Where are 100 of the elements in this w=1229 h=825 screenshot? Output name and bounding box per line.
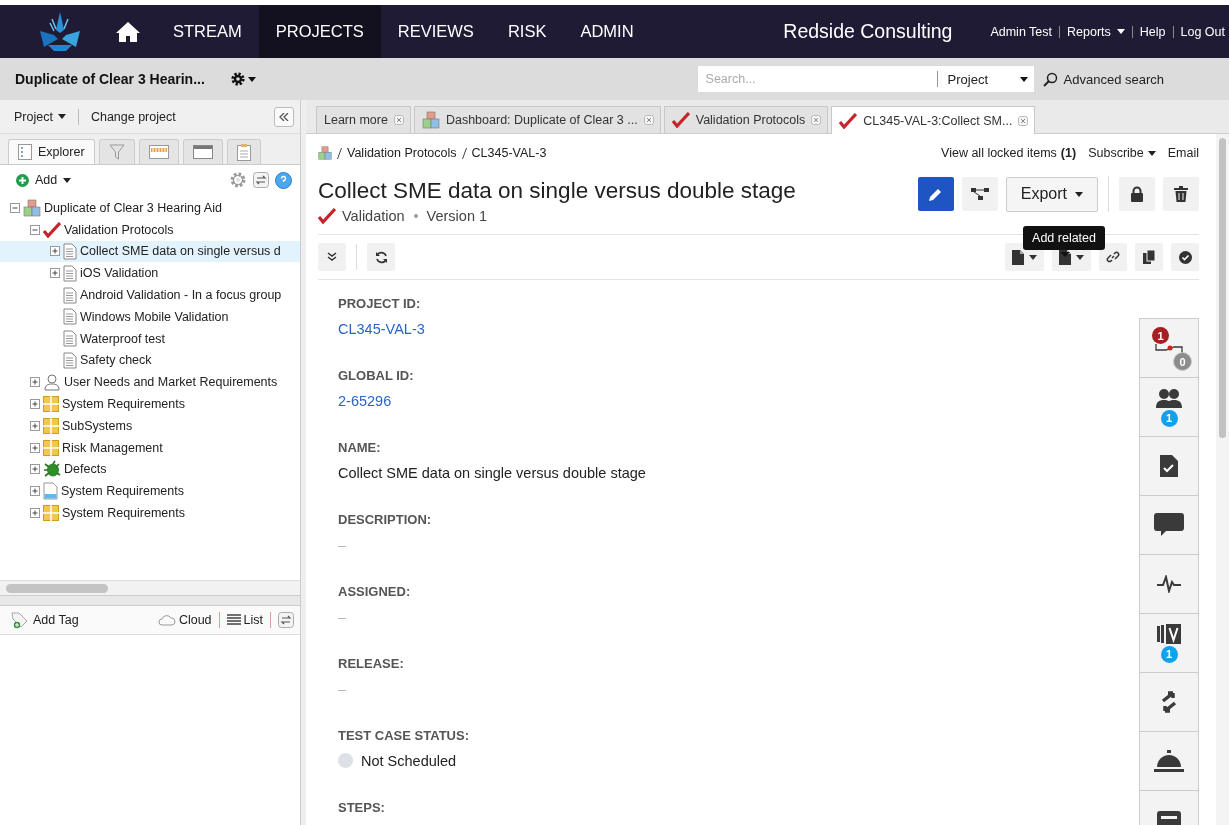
refresh-icon[interactable] — [278, 612, 294, 628]
field-link[interactable]: 2-65296 — [338, 392, 392, 409]
document-tab[interactable]: Validation Protocols — [663, 106, 829, 133]
nav-tab[interactable]: REVIEWS — [380, 5, 491, 58]
export-button[interactable]: Export — [1005, 176, 1098, 212]
list-view-button[interactable]: List — [226, 613, 263, 627]
count-badge: 0 — [1173, 352, 1192, 371]
panel-tab[interactable] — [182, 139, 223, 164]
tree-item[interactable]: Safety check — [0, 349, 300, 372]
panel-tab[interactable] — [226, 139, 261, 164]
grid-icon — [43, 417, 59, 434]
settings-menu-button[interactable] — [229, 71, 256, 87]
tree-item[interactable]: Duplicate of Clear 3 Hearing Aid — [0, 197, 300, 219]
side-panel-button[interactable] — [1140, 437, 1198, 496]
tree-item[interactable]: System Requirements — [0, 393, 300, 415]
expand-toggle[interactable] — [10, 202, 20, 213]
scope-dropdown[interactable]: Project — [936, 71, 1028, 87]
vertical-scrollbar[interactable] — [1216, 134, 1229, 825]
tree-item[interactable]: Risk Management — [0, 436, 300, 459]
tree-item[interactable]: Defects — [0, 458, 300, 481]
expand-toggle[interactable] — [30, 442, 40, 453]
tooltip: Add related — [1023, 226, 1105, 250]
tree-item[interactable]: System Requirements — [0, 480, 300, 503]
cloud-icon — [157, 614, 176, 626]
field-link[interactable]: CL345-VAL-3 — [338, 320, 425, 337]
collapse-panel-button[interactable] — [274, 106, 294, 127]
copy-button[interactable] — [1135, 243, 1163, 271]
expand-toggle[interactable] — [30, 420, 40, 431]
cloud-view-button[interactable]: Cloud — [157, 613, 212, 627]
document-tab[interactable]: Learn more — [316, 106, 411, 133]
add-button[interactable]: Add — [16, 173, 72, 187]
link-button[interactable] — [1099, 243, 1127, 271]
document-tab[interactable]: CL345-VAL-3:Collect SM... — [831, 106, 1036, 134]
expand-all-button[interactable] — [318, 243, 346, 271]
close-icon[interactable] — [393, 115, 404, 125]
search-field[interactable]: Search... Project — [697, 66, 1034, 92]
horizontal-scrollbar[interactable] — [0, 580, 300, 595]
panel-tab[interactable] — [138, 139, 179, 164]
refresh-icon[interactable] — [253, 172, 269, 188]
expand-toggle[interactable] — [50, 246, 60, 257]
document-check-icon — [1160, 455, 1178, 477]
swap-arrows-icon — [1159, 689, 1179, 715]
pulse-icon — [1157, 575, 1181, 593]
field-label: STEPS: — [338, 800, 386, 815]
subscribe-menu[interactable]: Subscribe — [1088, 146, 1156, 160]
expand-toggle[interactable] — [30, 486, 40, 497]
side-panel-button[interactable] — [1140, 496, 1198, 555]
locked-items-link[interactable]: View all locked items (1) — [941, 146, 1077, 160]
tree-item[interactable]: SubSystems — [0, 414, 300, 437]
expand-toggle[interactable] — [30, 464, 40, 475]
close-icon[interactable] — [643, 115, 654, 125]
user-menu-link[interactable]: Help — [1139, 24, 1166, 39]
tree-item[interactable]: iOS Validation — [0, 262, 300, 285]
count-badge: 1 — [1152, 327, 1169, 344]
expand-toggle[interactable] — [50, 268, 60, 279]
expand-toggle[interactable] — [30, 399, 40, 410]
tree-item[interactable]: Collect SME data on single versus d — [0, 240, 300, 263]
edit-button[interactable] — [917, 177, 954, 211]
nav-tab[interactable]: PROJECTS — [258, 5, 381, 58]
document-tab[interactable]: Dashboard: Duplicate of Clear 3 ... — [413, 106, 661, 133]
email-link[interactable]: Email — [1167, 146, 1199, 160]
explorer-tab[interactable]: Explorer — [8, 139, 95, 164]
user-menu-link[interactable]: Log Out — [1180, 24, 1225, 39]
side-panel-button[interactable] — [1140, 555, 1198, 614]
settings-icon[interactable] — [229, 171, 247, 189]
tree-item[interactable]: Waterproof test — [0, 327, 300, 350]
nav-tab[interactable]: RISK — [490, 5, 564, 58]
nav-tab[interactable]: ADMIN — [563, 5, 651, 58]
tree-item[interactable]: Windows Mobile Validation — [0, 306, 300, 328]
approve-button[interactable] — [1171, 243, 1199, 271]
side-panel-button[interactable]: 1 0 — [1140, 319, 1198, 378]
expand-toggle[interactable] — [30, 508, 40, 519]
side-panel-button[interactable] — [1140, 732, 1198, 791]
tree-item[interactable]: Validation Protocols — [0, 218, 300, 241]
hierarchy-button[interactable] — [961, 177, 998, 211]
project-icon[interactable] — [318, 146, 332, 160]
advanced-search-link[interactable]: Advanced search — [1042, 71, 1164, 87]
add-tag-button[interactable]: Add Tag — [10, 611, 79, 629]
project-menu[interactable]: Project — [14, 109, 66, 124]
close-icon[interactable] — [811, 115, 822, 125]
expand-toggle[interactable] — [30, 224, 40, 235]
breadcrumb-link[interactable]: Validation Protocols — [347, 146, 457, 160]
delete-button[interactable] — [1163, 177, 1199, 211]
expand-toggle[interactable] — [30, 377, 40, 388]
side-panel-button[interactable] — [1140, 673, 1198, 732]
link-icon — [1106, 250, 1120, 264]
help-icon[interactable] — [275, 171, 292, 189]
trash-icon — [1174, 186, 1188, 202]
user-menu-link[interactable]: Admin Test — [990, 24, 1052, 39]
user-menu-link[interactable]: Reports — [1067, 24, 1125, 39]
home-icon[interactable] — [116, 20, 140, 43]
tree-item[interactable]: System Requirements — [0, 502, 300, 524]
tree-item[interactable]: Android Validation - In a focus group — [0, 284, 300, 306]
nav-tab[interactable]: STREAM — [156, 5, 259, 58]
breadcrumb-link[interactable]: CL345-VAL-3 — [471, 146, 547, 160]
lock-button[interactable] — [1119, 177, 1155, 211]
tree-item[interactable]: User Needs and Market Requirements — [0, 371, 300, 394]
close-icon[interactable] — [1018, 115, 1029, 126]
refresh-button[interactable] — [367, 243, 395, 271]
change-project-link[interactable]: Change project — [90, 109, 176, 124]
